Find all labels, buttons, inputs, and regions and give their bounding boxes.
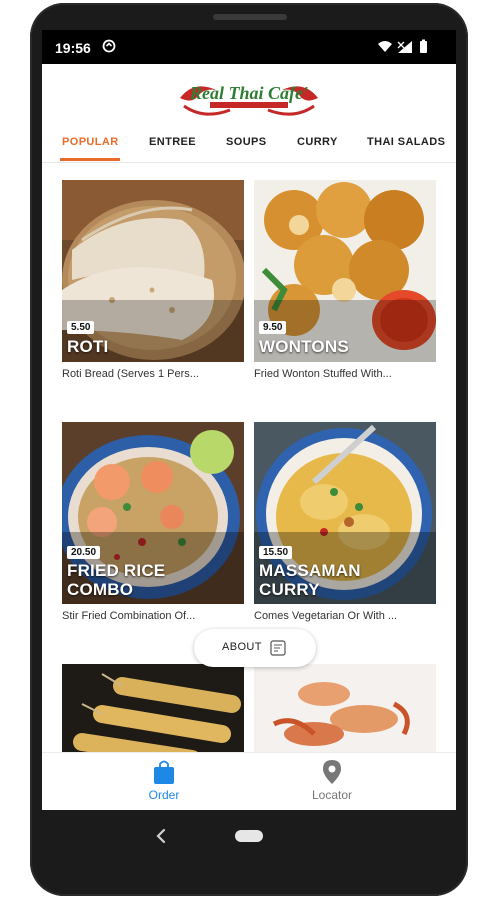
- item-image: [254, 180, 436, 362]
- about-button[interactable]: ABOUT: [194, 629, 316, 667]
- item-title: ROTI: [67, 337, 109, 356]
- tab-soups[interactable]: SOUPS: [226, 124, 267, 160]
- price-badge: 9.50: [259, 321, 287, 334]
- item-description: Comes Vegetarian Or With ...: [254, 610, 398, 622]
- status-icons: [378, 39, 427, 53]
- system-navigation-bar: [156, 828, 263, 844]
- shopping-bag-icon: [154, 760, 174, 784]
- phone-speaker: [213, 14, 287, 20]
- item-title: MASSAMAN CURRY: [259, 561, 361, 599]
- back-icon: [156, 828, 166, 844]
- phone-frame: 19:56 Real Thai Cafe' POPULAR ENTREE SOU…: [30, 3, 468, 896]
- item-title-line: CURRY: [259, 580, 320, 599]
- signal-icon: [398, 41, 412, 53]
- status-bar: 19:56: [42, 30, 456, 64]
- status-time: 19:56: [55, 40, 91, 56]
- nav-order[interactable]: Order: [104, 753, 224, 810]
- item-title-line: MASSAMAN: [259, 561, 361, 580]
- item-title: WONTONS: [259, 337, 349, 356]
- tab-thai-salads[interactable]: THAI SALADS: [367, 124, 445, 160]
- item-description: Stir Fried Combination Of...: [62, 610, 196, 622]
- about-label: ABOUT: [222, 641, 262, 653]
- price-badge: 5.50: [67, 321, 95, 334]
- item-title: FRIED RICE COMBO: [67, 561, 165, 599]
- item-image: [254, 664, 436, 752]
- nav-locator[interactable]: Locator: [272, 753, 392, 810]
- category-tabs: POPULAR ENTREE SOUPS CURRY THAI SALADS: [42, 124, 456, 163]
- item-description: Fried Wonton Stuffed With...: [254, 368, 392, 380]
- wifi-icon: [378, 41, 392, 52]
- item-image: [62, 664, 244, 752]
- tab-popular[interactable]: POPULAR: [62, 124, 119, 160]
- location-pin-icon: [323, 760, 341, 784]
- price-badge: 15.50: [259, 546, 293, 559]
- item-title-line: COMBO: [67, 580, 134, 599]
- item-image: [62, 180, 244, 362]
- app-header: Real Thai Cafe': [42, 64, 456, 124]
- app-screen: 19:56 Real Thai Cafe' POPULAR ENTREE SOU…: [42, 30, 456, 810]
- tab-entree[interactable]: ENTREE: [149, 124, 196, 160]
- nav-locator-label: Locator: [311, 788, 353, 802]
- home-pill-icon: [235, 830, 263, 842]
- nav-order-label: Order: [148, 788, 180, 802]
- restaurant-logo: Real Thai Cafe': [180, 83, 318, 116]
- price-badge: 20.50: [67, 546, 101, 559]
- svg-text:Real Thai Cafe': Real Thai Cafe': [189, 83, 308, 103]
- item-description: Roti Bread (Serves 1 Pers...: [62, 368, 199, 380]
- battery-icon: [420, 41, 427, 53]
- item-title-line: FRIED RICE: [67, 561, 166, 580]
- sync-icon: [102, 39, 116, 53]
- bottom-navigation: Order Locator: [42, 752, 456, 810]
- tab-curry[interactable]: CURRY: [297, 124, 338, 160]
- document-icon: [270, 640, 286, 656]
- active-tab-indicator: [60, 158, 120, 161]
